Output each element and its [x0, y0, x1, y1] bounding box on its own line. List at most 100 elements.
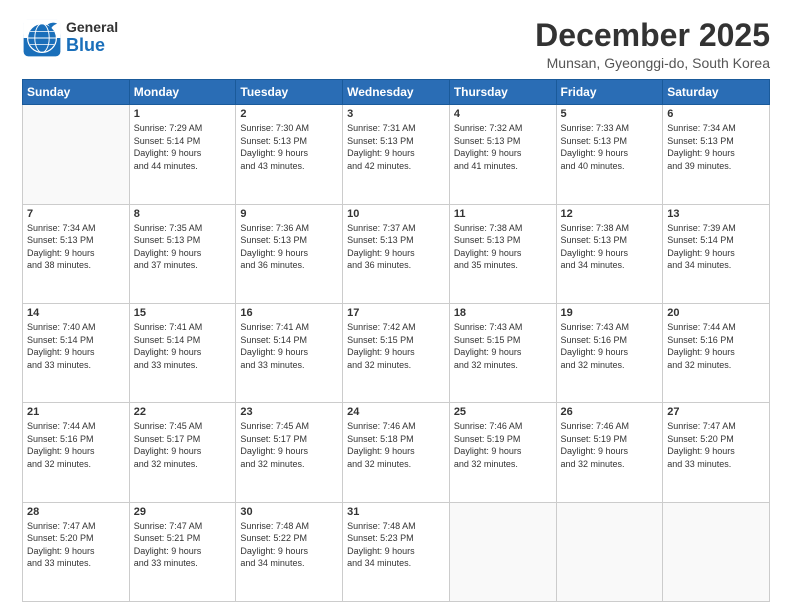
calendar-cell: 3Sunrise: 7:31 AMSunset: 5:13 PMDaylight…	[343, 105, 450, 204]
day-number: 24	[347, 406, 445, 418]
calendar-cell: 31 Sunrise: 7:48 AMSunset: 5:23 PMDayligh…	[343, 502, 450, 601]
day-info: Sunrise: 7:39 AMSunset: 5:14 PMDaylight:…	[667, 222, 765, 272]
calendar-cell: 13Sunrise: 7:39 AMSunset: 5:14 PMDayligh…	[663, 204, 770, 303]
col-saturday: Saturday	[663, 80, 770, 105]
day-info: Sunrise: 7:45 AMSunset: 5:17 PMDaylight:…	[134, 420, 232, 470]
calendar-cell: 17 Sunrise: 7:42 AMSunset: 5:15 PMDayligh…	[343, 303, 450, 402]
day-number: 30	[240, 506, 338, 518]
day-number: 23	[240, 406, 338, 418]
day-number: 26	[561, 406, 659, 418]
calendar-cell	[556, 502, 663, 601]
calendar-cell: 22 Sunrise: 7:45 AMSunset: 5:17 PMDayligh…	[129, 403, 236, 502]
page: General Blue December 2025 Munsan, Gyeon…	[0, 0, 792, 612]
calendar-cell: 6 Sunrise: 7:34 AMSunset: 5:13 PMDaylight…	[663, 105, 770, 204]
calendar-cell: 18 Sunrise: 7:43 AMSunset: 5:15 PMDayligh…	[449, 303, 556, 402]
day-info: Sunrise: 7:46 AMSunset: 5:18 PMDaylight:…	[347, 420, 445, 470]
day-info: Sunrise: 7:32 AMSunset: 5:13 PMDaylight:…	[454, 122, 552, 172]
calendar-cell: 15 Sunrise: 7:41 AMSunset: 5:14 PMDayligh…	[129, 303, 236, 402]
title-block: December 2025 Munsan, Gyeonggi-do, South…	[535, 18, 770, 71]
day-number: 10	[347, 208, 445, 220]
day-info: Sunrise: 7:41 AMSunset: 5:14 PMDaylight:…	[134, 321, 232, 371]
day-info: Sunrise: 7:29 AMSunset: 5:14 PMDaylight:…	[134, 122, 232, 172]
day-number: 28	[27, 506, 125, 518]
day-info: Sunrise: 7:38 AMSunset: 5:13 PMDaylight:…	[454, 222, 552, 272]
calendar-cell: 2 Sunrise: 7:30 AMSunset: 5:13 PMDaylight…	[236, 105, 343, 204]
day-info: Sunrise: 7:48 AMSunset: 5:22 PMDaylight:…	[240, 520, 338, 570]
col-tuesday: Tuesday	[236, 80, 343, 105]
day-info: Sunrise: 7:41 AMSunset: 5:14 PMDaylight:…	[240, 321, 338, 371]
calendar-week-1: 1 Sunrise: 7:29 AMSunset: 5:14 PMDaylight…	[23, 105, 770, 204]
day-info: Sunrise: 7:34 AMSunset: 5:13 PMDaylight:…	[27, 222, 125, 272]
calendar-week-3: 14 Sunrise: 7:40 AMSunset: 5:14 PMDayligh…	[23, 303, 770, 402]
day-number: 16	[240, 307, 338, 319]
calendar-title: December 2025	[535, 18, 770, 53]
logo-text: General Blue	[66, 20, 118, 55]
day-number: 15	[134, 307, 232, 319]
calendar-cell	[23, 105, 130, 204]
logo-blue: Blue	[66, 36, 118, 56]
day-number: 14	[27, 307, 125, 319]
day-number: 22	[134, 406, 232, 418]
day-number: 3	[347, 108, 445, 120]
calendar-cell: 26Sunrise: 7:46 AMSunset: 5:19 PMDayligh…	[556, 403, 663, 502]
day-info: Sunrise: 7:42 AMSunset: 5:15 PMDaylight:…	[347, 321, 445, 371]
day-number: 18	[454, 307, 552, 319]
logo-general: General	[66, 20, 118, 35]
day-number: 6	[667, 108, 765, 120]
day-info: Sunrise: 7:45 AMSunset: 5:17 PMDaylight:…	[240, 420, 338, 470]
calendar-cell: 9 Sunrise: 7:36 AMSunset: 5:13 PMDaylight…	[236, 204, 343, 303]
day-info: Sunrise: 7:47 AMSunset: 5:20 PMDaylight:…	[27, 520, 125, 570]
day-number: 20	[667, 307, 765, 319]
calendar-cell: 24 Sunrise: 7:46 AMSunset: 5:18 PMDayligh…	[343, 403, 450, 502]
day-info: Sunrise: 7:43 AMSunset: 5:15 PMDaylight:…	[454, 321, 552, 371]
day-number: 9	[240, 208, 338, 220]
day-number: 4	[454, 108, 552, 120]
day-info: Sunrise: 7:46 AMSunset: 5:19 PMDaylight:…	[454, 420, 552, 470]
day-number: 1	[134, 108, 232, 120]
calendar-cell: 20 Sunrise: 7:44 AMSunset: 5:16 PMDayligh…	[663, 303, 770, 402]
day-number: 29	[134, 506, 232, 518]
day-number: 2	[240, 108, 338, 120]
day-number: 11	[454, 208, 552, 220]
calendar-cell	[663, 502, 770, 601]
day-number: 5	[561, 108, 659, 120]
day-info: Sunrise: 7:34 AMSunset: 5:13 PMDaylight:…	[667, 122, 765, 172]
day-info: Sunrise: 7:37 AMSunset: 5:13 PMDaylight:…	[347, 222, 445, 272]
day-number: 27	[667, 406, 765, 418]
calendar-cell: 11 Sunrise: 7:38 AMSunset: 5:13 PMDayligh…	[449, 204, 556, 303]
day-number: 8	[134, 208, 232, 220]
day-info: Sunrise: 7:47 AMSunset: 5:21 PMDaylight:…	[134, 520, 232, 570]
calendar-cell: 12 Sunrise: 7:38 AMSunset: 5:13 PMDayligh…	[556, 204, 663, 303]
day-number: 12	[561, 208, 659, 220]
day-info: Sunrise: 7:33 AMSunset: 5:13 PMDaylight:…	[561, 122, 659, 172]
day-number: 17	[347, 307, 445, 319]
day-number: 19	[561, 307, 659, 319]
day-info: Sunrise: 7:44 AMSunset: 5:16 PMDaylight:…	[667, 321, 765, 371]
calendar-cell: 23 Sunrise: 7:45 AMSunset: 5:17 PMDayligh…	[236, 403, 343, 502]
calendar-subtitle: Munsan, Gyeonggi-do, South Korea	[535, 55, 770, 71]
day-info: Sunrise: 7:30 AMSunset: 5:13 PMDaylight:…	[240, 122, 338, 172]
calendar-header-row: Sunday Monday Tuesday Wednesday Thursday…	[23, 80, 770, 105]
day-info: Sunrise: 7:38 AMSunset: 5:13 PMDaylight:…	[561, 222, 659, 272]
calendar-table: Sunday Monday Tuesday Wednesday Thursday…	[22, 79, 770, 602]
col-wednesday: Wednesday	[343, 80, 450, 105]
calendar-cell: 7 Sunrise: 7:34 AMSunset: 5:13 PMDaylight…	[23, 204, 130, 303]
logo-icon	[22, 18, 62, 58]
calendar-cell: 14 Sunrise: 7:40 AMSunset: 5:14 PMDayligh…	[23, 303, 130, 402]
day-number: 31	[347, 506, 445, 518]
calendar-cell: 25Sunrise: 7:46 AMSunset: 5:19 PMDayligh…	[449, 403, 556, 502]
calendar-week-4: 21Sunrise: 7:44 AMSunset: 5:16 PMDayligh…	[23, 403, 770, 502]
header: General Blue December 2025 Munsan, Gyeon…	[22, 18, 770, 71]
col-monday: Monday	[129, 80, 236, 105]
calendar-week-2: 7 Sunrise: 7:34 AMSunset: 5:13 PMDaylight…	[23, 204, 770, 303]
day-info: Sunrise: 7:36 AMSunset: 5:13 PMDaylight:…	[240, 222, 338, 272]
day-info: Sunrise: 7:40 AMSunset: 5:14 PMDaylight:…	[27, 321, 125, 371]
calendar-cell: 27Sunrise: 7:47 AMSunset: 5:20 PMDayligh…	[663, 403, 770, 502]
calendar-cell: 16 Sunrise: 7:41 AMSunset: 5:14 PMDayligh…	[236, 303, 343, 402]
calendar-cell: 5 Sunrise: 7:33 AMSunset: 5:13 PMDaylight…	[556, 105, 663, 204]
logo: General Blue	[22, 18, 118, 58]
calendar-cell	[449, 502, 556, 601]
day-info: Sunrise: 7:48 AMSunset: 5:23 PMDaylight:…	[347, 520, 445, 570]
day-number: 7	[27, 208, 125, 220]
calendar-cell: 30 Sunrise: 7:48 AMSunset: 5:22 PMDayligh…	[236, 502, 343, 601]
